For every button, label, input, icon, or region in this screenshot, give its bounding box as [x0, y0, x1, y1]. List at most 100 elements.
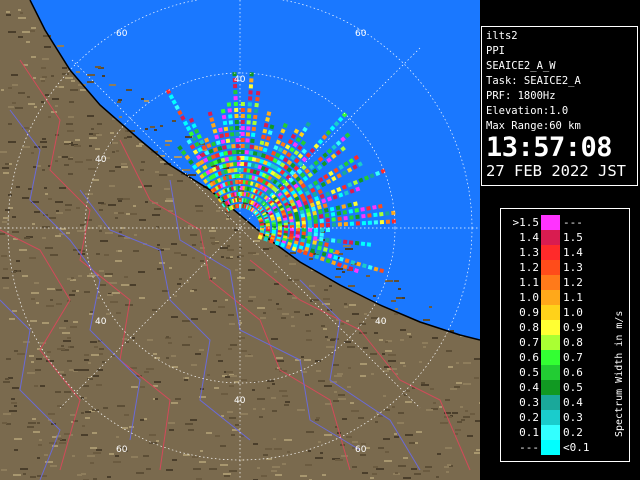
terrain-speck [169, 267, 172, 269]
legend-high-value: 0.5 [563, 381, 583, 394]
terrain-speck [52, 436, 57, 438]
terrain-speck [168, 422, 175, 424]
terrain-speck [385, 350, 392, 352]
terrain-speck [226, 218, 229, 220]
terrain-speck [284, 404, 289, 406]
legend-low-value: 1.1 [519, 276, 539, 289]
terrain-speck [241, 350, 247, 352]
terrain-speck [107, 476, 111, 478]
legend-high-value: 0.9 [563, 321, 583, 334]
terrain-speck [159, 174, 167, 176]
terrain-speck [195, 205, 203, 207]
terrain-speck [306, 330, 311, 332]
terrain-speck [33, 431, 40, 433]
terrain-speck [310, 313, 313, 315]
terrain-speck [155, 398, 158, 400]
terrain-speck [268, 299, 272, 301]
terrain-speck [30, 320, 37, 322]
echo-gate [367, 213, 372, 218]
terrain-speck [407, 333, 411, 335]
terrain-speck [99, 353, 103, 355]
terrain-speck [3, 413, 11, 415]
terrain-speck [394, 436, 399, 438]
terrain-speck [40, 78, 45, 80]
terrain-speck [41, 67, 46, 69]
terrain-speck [29, 257, 36, 259]
terrain-speck [316, 417, 320, 419]
terrain-speck [132, 337, 135, 339]
echo-gate [385, 219, 391, 224]
terrain-speck [34, 106, 37, 108]
legend-swatch [541, 395, 560, 410]
terrain-speck [181, 254, 187, 256]
terrain-speck [19, 249, 27, 251]
terrain-speck [373, 295, 376, 297]
legend-high-value: 1.0 [563, 306, 583, 319]
terrain-speck [271, 470, 277, 472]
terrain-speck [89, 145, 92, 147]
terrain-speck [23, 341, 30, 343]
terrain-speck [429, 306, 432, 308]
terrain-speck [182, 344, 190, 346]
terrain-speck [400, 329, 406, 331]
terrain-speck [131, 456, 138, 458]
terrain-speck [275, 474, 282, 476]
terrain-speck [62, 156, 68, 158]
terrain-speck [97, 297, 100, 299]
terrain-speck [263, 248, 269, 250]
terrain-speck [139, 219, 146, 221]
terrain-speck [306, 339, 312, 341]
echo-gate [336, 238, 342, 244]
terrain-speck [9, 163, 12, 165]
terrain-speck [62, 374, 66, 376]
terrain-speck [288, 279, 292, 281]
terrain-speck [372, 473, 377, 475]
terrain-speck [28, 422, 36, 424]
terrain-speck [195, 353, 201, 355]
terrain-speck [474, 358, 480, 360]
terrain-speck [57, 348, 65, 350]
terrain-speck [333, 364, 339, 366]
terrain-speck [77, 474, 82, 476]
terrain-speck [105, 273, 113, 275]
echo-gate [252, 120, 257, 126]
terrain-speck [285, 401, 290, 403]
terrain-speck [59, 442, 66, 444]
terrain-speck [291, 325, 295, 327]
terrain-speck [84, 354, 89, 356]
terrain-speck [91, 128, 94, 130]
terrain-speck [225, 299, 228, 301]
range-label: 40 [234, 75, 246, 85]
terrain-speck [24, 237, 30, 239]
terrain-speck [476, 449, 480, 451]
terrain-speck [363, 347, 368, 349]
radar-map[interactable]: 60 60 40 40 40 40 40 60 60 [0, 0, 480, 480]
terrain-speck [154, 381, 161, 383]
terrain-speck [398, 465, 406, 467]
legend-row: 0.8 0.9 [501, 320, 601, 335]
terrain-speck [32, 223, 35, 225]
terrain-speck [334, 391, 337, 393]
terrain-speck [35, 369, 41, 371]
terrain-speck [188, 336, 192, 338]
terrain-speck [287, 451, 290, 453]
terrain-speck [99, 209, 103, 211]
terrain-speck [64, 391, 71, 393]
range-label: 60 [355, 29, 367, 39]
terrain-speck [374, 332, 378, 334]
terrain-speck [64, 164, 69, 166]
echo-gate [226, 144, 232, 149]
terrain-speck [200, 247, 205, 249]
echo-gate [240, 102, 245, 107]
terrain-speck [394, 313, 398, 315]
terrain-speck [218, 360, 223, 362]
terrain-speck [117, 198, 123, 200]
terrain-speck [175, 398, 181, 400]
echo-gate [233, 90, 238, 95]
terrain-speck [42, 146, 47, 148]
terrain-speck [229, 375, 237, 377]
terrain-speck [191, 318, 198, 320]
echo-gate [220, 139, 226, 145]
terrain-speck [72, 455, 75, 457]
terrain-speck [70, 89, 78, 91]
